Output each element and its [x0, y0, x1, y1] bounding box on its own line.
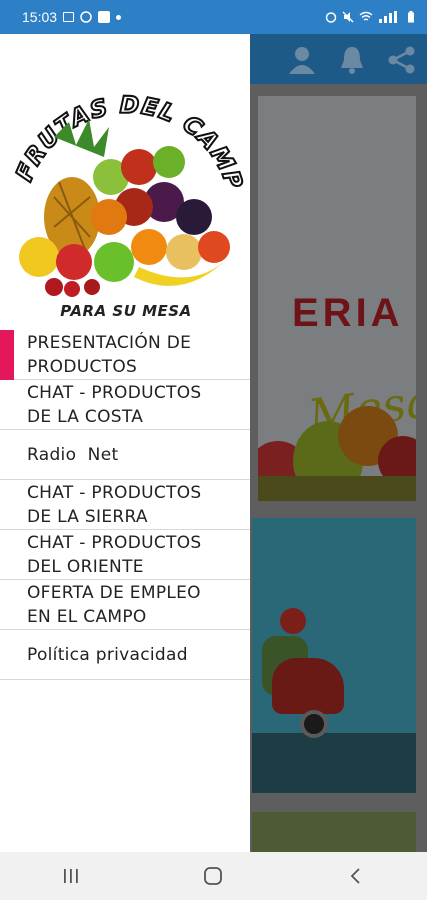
system-navigation-bar [0, 852, 427, 900]
promo-banner[interactable]: ERIA Mesa [258, 96, 416, 501]
recents-icon [64, 869, 78, 883]
bell-icon[interactable] [336, 44, 368, 76]
logo-subtitle: PARA SU MESA [60, 302, 192, 320]
banner-text: ERIA [292, 291, 404, 335]
home-icon [204, 867, 223, 885]
whatsapp-icon [80, 11, 92, 23]
image-icon [63, 12, 75, 22]
menu-item-oferta-empleo[interactable]: OFERTA DE EMPLEO EN EL CAMPO [0, 580, 250, 630]
menu-item-radio-net[interactable]: Radio Net [0, 430, 250, 480]
status-bar: 15:03 [0, 0, 427, 34]
menu-item-label: PRESENTACIÓN DE PRODUCTOS [27, 332, 192, 377]
menu-item-presentacion-productos[interactable]: PRESENTACIÓN DE PRODUCTOS [0, 330, 250, 380]
recents-button[interactable] [51, 861, 91, 891]
produce-banner[interactable] [252, 812, 416, 852]
fruit-shape [258, 476, 416, 501]
scooter [272, 658, 344, 714]
menu-item-label: Radio Net [27, 444, 119, 465]
facebook-icon [98, 11, 111, 23]
battery-icon [408, 11, 414, 23]
wifi-icon [359, 11, 373, 21]
profile-icon[interactable] [286, 44, 318, 76]
back-button[interactable] [336, 861, 376, 891]
back-icon [350, 868, 360, 884]
logo: FRUTAS DEL CAMPO PARA SU MESA [8, 62, 244, 327]
menu-item-politica-privacidad[interactable]: Política privacidad [0, 630, 250, 680]
scooter-wheel [300, 710, 328, 738]
menu-item-label: CHAT - PRODUCTOS DE LA SIERRA [27, 482, 202, 527]
share-icon[interactable] [386, 44, 418, 76]
delivery-banner[interactable] [252, 518, 416, 793]
drawer-menu: PRESENTACIÓN DE PRODUCTOS CHAT - PRODUCTO… [0, 330, 250, 680]
menu-item-label: CHAT - PRODUCTOS DE LA COSTA [27, 382, 202, 427]
menu-item-label: OFERTA DE EMPLEO EN EL CAMPO [27, 582, 201, 627]
status-time: 15:03 [22, 9, 58, 25]
menu-item-label: CHAT - PRODUCTOS DEL ORIENTE [27, 532, 202, 577]
menu-item-chat-costa[interactable]: CHAT - PRODUCTOS DE LA COSTA [0, 380, 250, 430]
rider-helmet [280, 608, 306, 634]
menu-item-chat-oriente[interactable]: CHAT - PRODUCTOS DEL ORIENTE [0, 530, 250, 580]
mute-icon [342, 11, 354, 23]
dot-icon [116, 14, 122, 20]
menu-item-label: Política privacidad [27, 644, 188, 665]
signal-icon [379, 11, 397, 23]
fruit-basket-image [19, 119, 230, 297]
navigation-drawer: FRUTAS DEL CAMPO PARA SU MESA [0, 34, 250, 852]
home-button[interactable] [193, 861, 233, 891]
menu-item-chat-sierra[interactable]: CHAT - PRODUCTOS DE LA SIERRA [0, 480, 250, 530]
alarm-icon [325, 12, 337, 23]
